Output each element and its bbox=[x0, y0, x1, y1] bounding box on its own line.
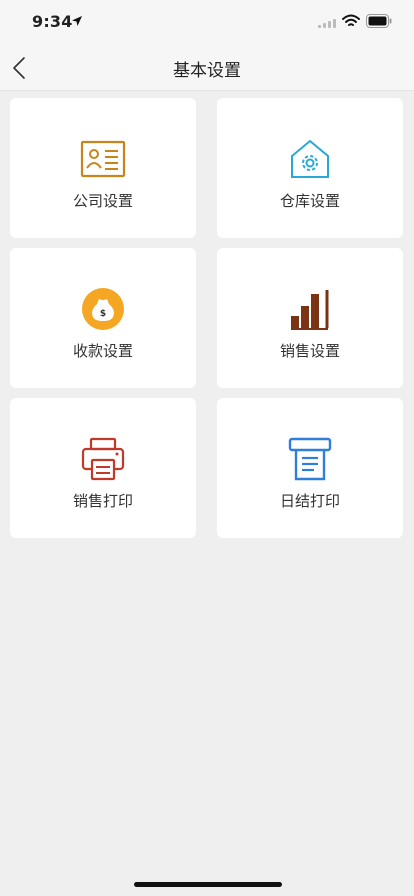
card-label: 公司设置 bbox=[72, 192, 133, 210]
sales-settings-card[interactable]: 销售设置 bbox=[217, 248, 403, 388]
location-arrow-icon bbox=[72, 16, 82, 26]
navigation-bar: 基本设置 bbox=[0, 44, 414, 91]
home-indicator[interactable] bbox=[134, 882, 282, 887]
status-bar: 9:34 bbox=[0, 0, 414, 44]
status-time: 9:34 bbox=[32, 12, 73, 31]
card-label: 销售打印 bbox=[72, 492, 133, 510]
company-card-icon bbox=[80, 140, 126, 178]
printer-icon bbox=[81, 437, 125, 481]
card-label: 收款设置 bbox=[72, 342, 133, 360]
payment-settings-card[interactable]: $ 收款设置 bbox=[10, 248, 196, 388]
bar-chart-icon bbox=[291, 290, 329, 330]
page-title: 基本设置 bbox=[173, 61, 241, 81]
warehouse-gear-icon bbox=[291, 139, 329, 178]
company-settings-card[interactable]: 公司设置 bbox=[10, 98, 196, 238]
card-label: 日结打印 bbox=[279, 492, 340, 510]
card-label: 仓库设置 bbox=[279, 192, 340, 210]
svg-text:$: $ bbox=[100, 309, 106, 319]
battery-icon bbox=[366, 14, 392, 28]
receipt-printer-icon bbox=[288, 437, 332, 481]
cellular-signal-icon bbox=[318, 19, 336, 28]
wifi-icon bbox=[342, 14, 360, 26]
warehouse-settings-card[interactable]: 仓库设置 bbox=[217, 98, 403, 238]
money-bag-icon: $ bbox=[82, 288, 124, 330]
sales-print-card[interactable]: 销售打印 bbox=[10, 398, 196, 538]
card-label: 销售设置 bbox=[279, 342, 340, 360]
daily-close-print-card[interactable]: 日结打印 bbox=[217, 398, 403, 538]
